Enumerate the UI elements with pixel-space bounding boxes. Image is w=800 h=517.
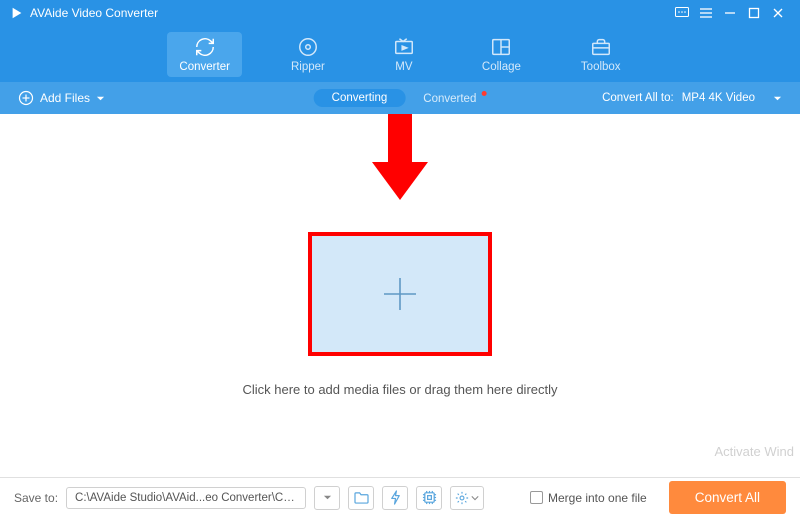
chevron-down-icon bbox=[773, 94, 782, 103]
collage-icon bbox=[490, 36, 512, 58]
ripper-icon bbox=[297, 36, 319, 58]
add-files-label: Add Files bbox=[40, 91, 90, 105]
annotation-arrow-icon bbox=[372, 114, 428, 204]
nav-converter[interactable]: Converter bbox=[167, 32, 242, 77]
settings-button[interactable] bbox=[450, 486, 484, 510]
plus-circle-icon bbox=[18, 90, 34, 106]
merge-checkbox[interactable]: Merge into one file bbox=[530, 491, 647, 505]
converter-icon bbox=[194, 36, 216, 58]
gpu-accel-button[interactable] bbox=[416, 486, 442, 510]
minimize-button[interactable] bbox=[718, 4, 742, 22]
checkbox-icon bbox=[530, 491, 543, 504]
lightning-icon bbox=[389, 490, 402, 505]
title-bar: AVAide Video Converter bbox=[0, 0, 800, 26]
nav-ripper[interactable]: Ripper bbox=[278, 32, 338, 77]
mv-icon bbox=[393, 36, 415, 58]
chevron-down-icon bbox=[471, 494, 479, 502]
convert-all-to-selector[interactable]: Convert All to: MP4 4K Video bbox=[602, 92, 782, 104]
convert-all-to-label: Convert All to: bbox=[602, 92, 674, 104]
open-folder-button[interactable] bbox=[348, 486, 374, 510]
main-area: Click here to add media files or drag th… bbox=[0, 114, 800, 477]
convert-all-button[interactable]: Convert All bbox=[669, 481, 786, 514]
chip-icon bbox=[422, 490, 437, 505]
maximize-button[interactable] bbox=[742, 4, 766, 22]
nav-label: Ripper bbox=[291, 61, 325, 73]
nav-collage[interactable]: Collage bbox=[470, 32, 533, 77]
annotation-highlight-box bbox=[308, 232, 492, 356]
main-nav: Converter Ripper MV Collage Toolbox bbox=[0, 26, 800, 82]
tab-converted[interactable]: Converted bbox=[419, 91, 486, 105]
add-files-button[interactable]: Add Files bbox=[18, 90, 105, 106]
merge-label: Merge into one file bbox=[548, 491, 647, 505]
app-title: AVAide Video Converter bbox=[30, 6, 670, 20]
add-media-dropzone[interactable] bbox=[312, 236, 488, 352]
footer-bar: Save to: C:\AVAide Studio\AVAid...eo Con… bbox=[0, 477, 800, 517]
save-path-field[interactable]: C:\AVAide Studio\AVAid...eo Converter\Co… bbox=[66, 487, 306, 509]
nav-label: Toolbox bbox=[581, 61, 621, 73]
feedback-icon[interactable] bbox=[670, 4, 694, 22]
close-button[interactable] bbox=[766, 4, 790, 22]
nav-mv[interactable]: MV bbox=[374, 32, 434, 77]
folder-icon bbox=[354, 491, 369, 504]
gear-icon bbox=[455, 491, 469, 505]
tab-converted-label: Converted bbox=[419, 90, 480, 108]
plus-icon bbox=[382, 276, 418, 312]
menu-icon[interactable] bbox=[694, 4, 718, 22]
os-watermark: Activate Wind bbox=[715, 444, 794, 459]
nav-label: Collage bbox=[482, 61, 521, 73]
chevron-down-icon bbox=[323, 493, 332, 502]
status-tabs: Converting Converted bbox=[314, 89, 487, 107]
boost-button[interactable] bbox=[382, 486, 408, 510]
save-to-label: Save to: bbox=[14, 491, 58, 505]
tab-converting[interactable]: Converting bbox=[314, 89, 406, 107]
path-dropdown-button[interactable] bbox=[314, 486, 340, 510]
nav-label: Converter bbox=[179, 61, 230, 73]
nav-label: MV bbox=[395, 61, 412, 73]
chevron-down-icon bbox=[96, 94, 105, 103]
notification-dot-icon bbox=[481, 91, 486, 96]
format-value: MP4 4K Video bbox=[682, 92, 755, 104]
toolbox-icon bbox=[590, 36, 612, 58]
app-logo-icon bbox=[10, 6, 24, 20]
dropzone-hint: Click here to add media files or drag th… bbox=[242, 382, 557, 397]
nav-toolbox[interactable]: Toolbox bbox=[569, 32, 633, 77]
sub-toolbar: Add Files Converting Converted Convert A… bbox=[0, 82, 800, 114]
